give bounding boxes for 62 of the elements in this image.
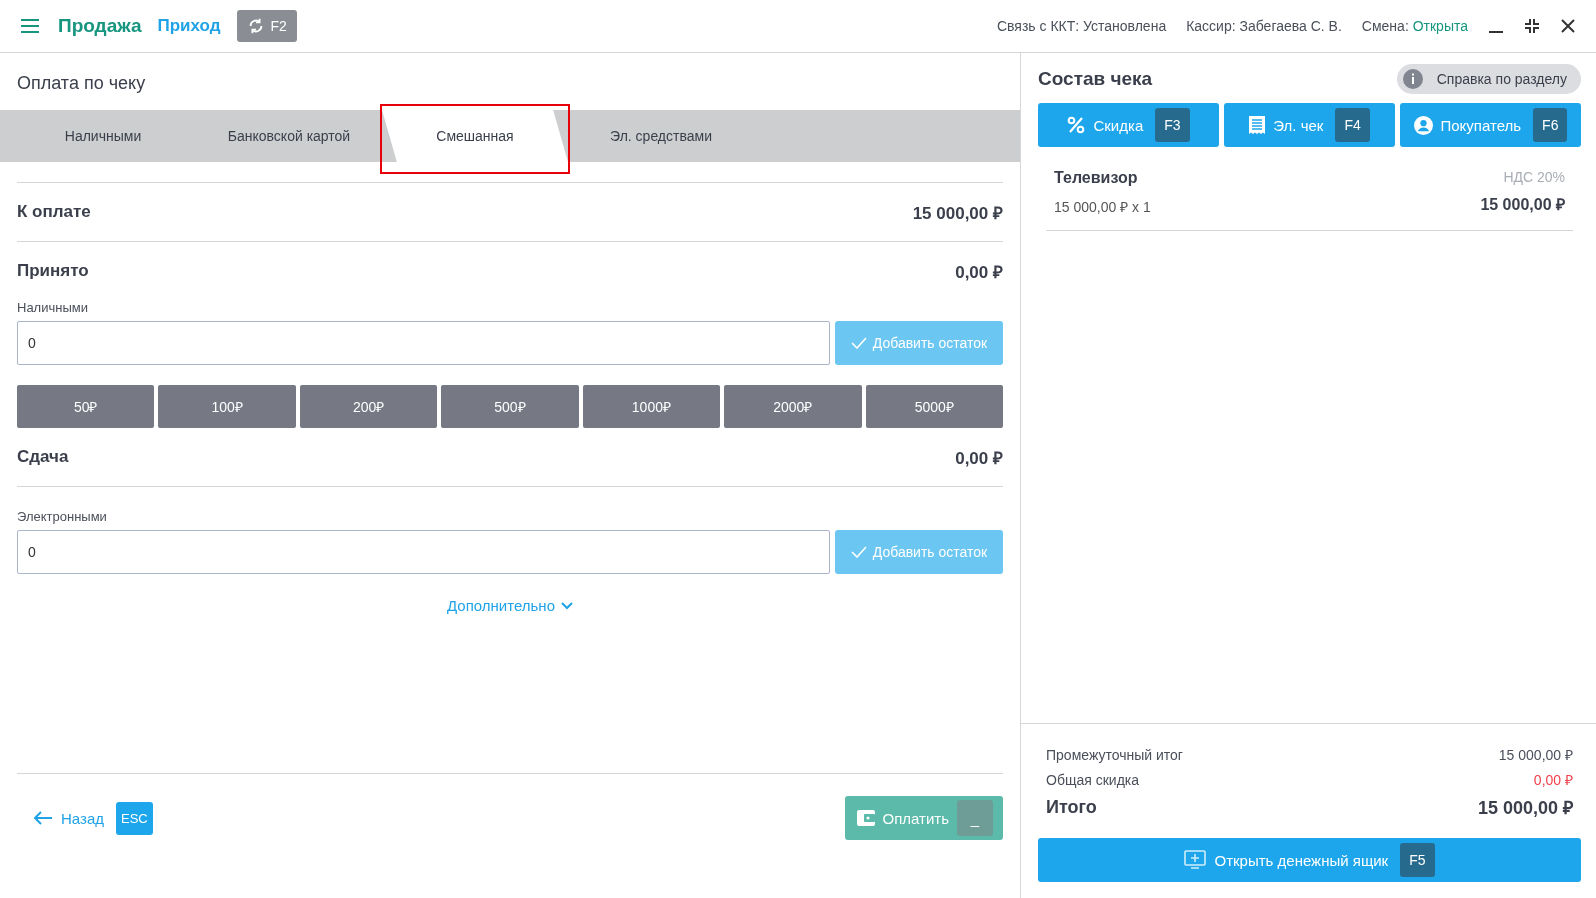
amount-label: Принято (17, 261, 89, 281)
info-icon (1402, 69, 1423, 89)
shortcut-key: ESC (116, 801, 153, 835)
payment-tab[interactable]: Банковской картой (196, 110, 382, 162)
receipt-title: Состав чека (1038, 68, 1153, 90)
arrow-left-icon (33, 811, 53, 825)
quick-amount-button[interactable]: 1000₽ (582, 385, 721, 428)
collapse-icon[interactable] (1524, 18, 1540, 34)
wallet-icon (856, 810, 875, 826)
chevron-down-icon (561, 601, 573, 610)
amount-value: 0,00 ₽ (955, 261, 1003, 283)
item-price: 15 000,00 ₽ x 1 (1054, 198, 1151, 216)
quick-amount-button[interactable]: 5000₽ (865, 385, 1003, 428)
total-label: Общая скидка (1046, 771, 1140, 788)
receipt-action-button[interactable]: Эл. чек F4 (1224, 103, 1395, 147)
total-amount: 0,00 ₽ (1533, 771, 1573, 789)
receipt-action-button[interactable]: Покупатель F6 (1399, 103, 1581, 147)
receipt-icon (1249, 116, 1266, 134)
section-title: Оплата по чеку (16, 72, 147, 95)
close-icon[interactable] (1560, 18, 1576, 34)
vat-rate: НДС 20% (1503, 169, 1565, 185)
percent-icon (1067, 116, 1086, 134)
status-text: Кассир: Забегаева С. В. (1186, 18, 1342, 34)
item-name: Телевизор (1054, 169, 1139, 187)
quick-amount-button[interactable]: 100₽ (158, 385, 296, 428)
receipt-item[interactable]: Телевизор 15 000,00 ₽ x 1 НДС 20% 15 000,00 ₽ (1046, 157, 1573, 231)
electronic-input-field[interactable]: 0 (17, 530, 830, 574)
back-link[interactable]: Назад (27, 808, 110, 828)
quick-amount-button[interactable]: 200₽ (299, 385, 438, 428)
receipt-action-button[interactable]: Скидка F3 (1038, 103, 1220, 147)
quick-amount-button[interactable]: 500₽ (441, 385, 579, 428)
item-total: 15 000,00 ₽ (1480, 195, 1565, 215)
pay-button[interactable]: Оплатить _ (844, 796, 1003, 840)
payment-tab[interactable]: Смешанная (382, 110, 568, 162)
total-label: Промежуточный итог (1046, 746, 1183, 763)
total-amount: 15 000,00 ₽ (1498, 746, 1573, 764)
amount-value: 0,00 ₽ (955, 447, 1003, 469)
check-icon (850, 337, 867, 349)
app-title: Продажа (58, 15, 142, 37)
total-amount: 15 000,00 ₽ (1477, 797, 1573, 819)
field-label: Наличными (17, 300, 89, 315)
quick-amount-button[interactable]: 2000₽ (724, 385, 862, 428)
help-button[interactable]: Справка по разделу (1396, 64, 1581, 94)
total-label: Итого (1046, 796, 1097, 818)
user-icon (1413, 115, 1433, 135)
switch-mode-button[interactable]: F2 (236, 10, 297, 42)
open-drawer-button[interactable]: Открыть денежный ящик F5 (1038, 838, 1581, 882)
field-label: Электронными (17, 486, 1003, 524)
amount-value: 15 000,00 ₽ (912, 202, 1003, 224)
payment-tab[interactable]: Наличными (10, 110, 196, 162)
status-text: Связь с ККТ: Установлена (996, 18, 1167, 34)
mode-link[interactable]: Приход (157, 16, 221, 36)
status-text: Смена: Открыта (1361, 18, 1468, 34)
more-options-link[interactable]: Дополнительно (441, 596, 579, 615)
amount-label: К оплате (17, 202, 91, 222)
monitor-plus-icon (1184, 850, 1207, 870)
cash-input-field[interactable]: 0 (17, 321, 830, 365)
amount-label: Сдача (17, 447, 69, 467)
menu-icon[interactable] (20, 18, 40, 34)
quick-amount-button[interactable]: 50₽ (17, 385, 155, 428)
check-icon (850, 546, 867, 558)
payment-tab[interactable]: Эл. средствами (568, 110, 754, 162)
